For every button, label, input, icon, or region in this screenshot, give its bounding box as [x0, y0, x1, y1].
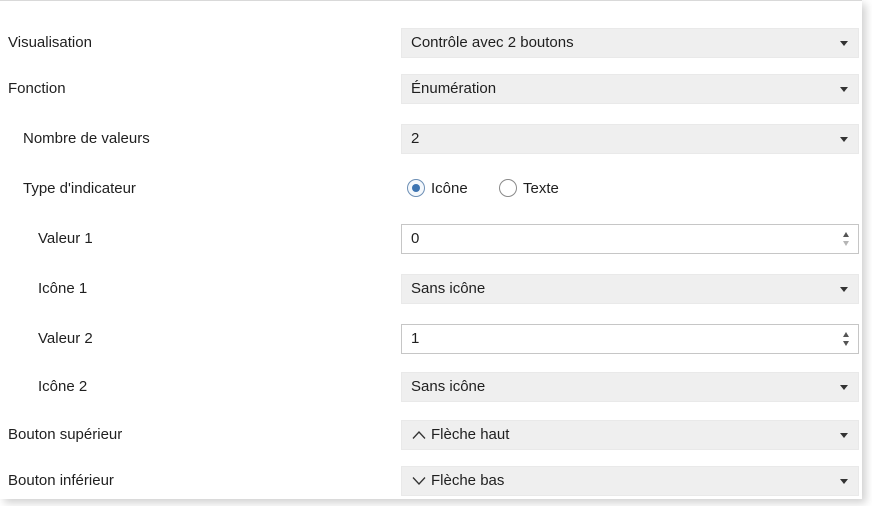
- spin-up-icon[interactable]: [843, 232, 849, 237]
- caret-down-icon: [840, 385, 848, 390]
- bouton-superieur-value: Flèche haut: [431, 426, 510, 443]
- icone-2-label: Icône 2: [38, 378, 88, 395]
- icone-2-value: Sans icône: [411, 378, 486, 395]
- row-valeur-1: Valeur 1 0: [0, 221, 862, 257]
- nombre-valeurs-dropdown[interactable]: 2: [401, 124, 859, 154]
- bouton-superieur-dropdown[interactable]: Flèche haut: [401, 420, 859, 450]
- row-icone-2: Icône 2 Sans icône: [0, 369, 862, 405]
- bouton-inferieur-value: Flèche bas: [431, 472, 505, 489]
- icone-1-label: Icône 1: [38, 280, 88, 297]
- radio-icone-label: Icône: [431, 180, 468, 197]
- row-type-indicateur: Type d'indicateur Icône Texte: [0, 171, 862, 207]
- caret-down-icon: [840, 41, 848, 46]
- radio-texte-label: Texte: [523, 180, 559, 197]
- chevron-down-icon: [412, 476, 426, 486]
- row-bouton-superieur: Bouton supérieur Flèche haut: [0, 417, 862, 453]
- spin-up-icon[interactable]: [843, 332, 849, 337]
- radio-unselected-icon[interactable]: [499, 179, 517, 197]
- row-fonction: Fonction Énumération: [0, 71, 862, 107]
- caret-down-icon: [840, 479, 848, 484]
- parameters-panel: Visualisation Contrôle avec 2 boutons Fo…: [0, 0, 862, 499]
- caret-down-icon: [840, 137, 848, 142]
- row-visualisation: Visualisation Contrôle avec 2 boutons: [0, 25, 862, 61]
- row-bouton-inferieur: Bouton inférieur Flèche bas: [0, 463, 862, 499]
- visualisation-value: Contrôle avec 2 boutons: [411, 34, 574, 51]
- valeur-1-value: 0: [411, 230, 420, 247]
- icone-2-dropdown[interactable]: Sans icône: [401, 372, 859, 402]
- icone-1-dropdown[interactable]: Sans icône: [401, 274, 859, 304]
- row-valeur-2: Valeur 2 1: [0, 321, 862, 357]
- type-indicateur-label: Type d'indicateur: [23, 180, 136, 197]
- valeur-2-value: 1: [411, 330, 420, 347]
- bouton-inferieur-label: Bouton inférieur: [8, 472, 114, 489]
- nombre-valeurs-value: 2: [411, 130, 420, 147]
- fonction-label: Fonction: [8, 80, 66, 97]
- fonction-value: Énumération: [411, 80, 497, 97]
- valeur-1-label: Valeur 1: [38, 230, 93, 247]
- icone-1-value: Sans icône: [411, 280, 486, 297]
- chevron-up-icon: [412, 430, 426, 440]
- bouton-inferieur-dropdown[interactable]: Flèche bas: [401, 466, 859, 496]
- valeur-1-spinbox[interactable]: 0: [401, 224, 859, 254]
- row-nombre-valeurs: Nombre de valeurs 2: [0, 121, 862, 157]
- spin-down-icon[interactable]: [843, 241, 849, 246]
- fonction-dropdown[interactable]: Énumération: [401, 74, 859, 104]
- valeur-2-label: Valeur 2: [38, 330, 93, 347]
- caret-down-icon: [840, 433, 848, 438]
- visualisation-dropdown[interactable]: Contrôle avec 2 boutons: [401, 28, 859, 58]
- spin-down-icon[interactable]: [843, 341, 849, 346]
- row-icone-1: Icône 1 Sans icône: [0, 271, 862, 307]
- valeur-2-spinbox[interactable]: 1: [401, 324, 859, 354]
- nombre-valeurs-label: Nombre de valeurs: [23, 130, 150, 147]
- caret-down-icon: [840, 87, 848, 92]
- radio-selected-icon[interactable]: [407, 179, 425, 197]
- caret-down-icon: [840, 287, 848, 292]
- visualisation-label: Visualisation: [8, 34, 92, 51]
- bouton-superieur-label: Bouton supérieur: [8, 426, 123, 443]
